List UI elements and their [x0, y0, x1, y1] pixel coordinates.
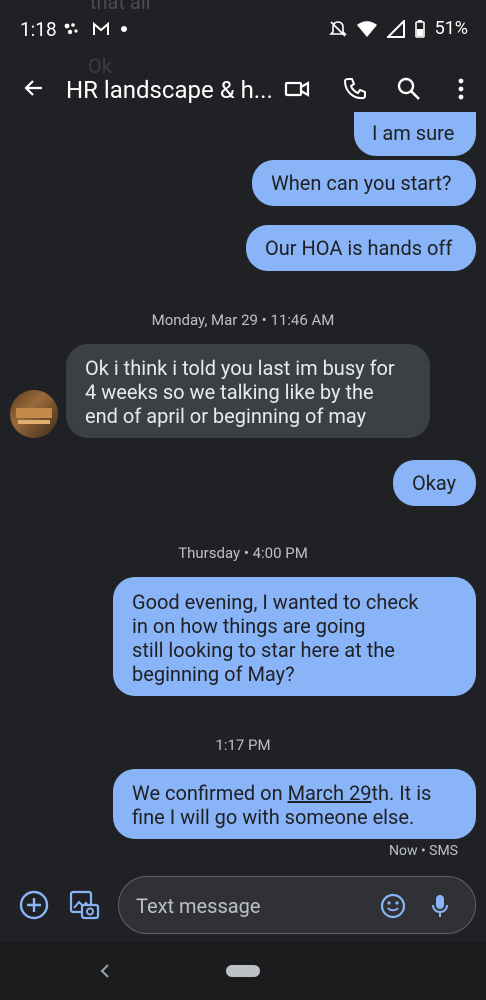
- video-call-icon[interactable]: [284, 76, 310, 102]
- dnd-bell-icon: [328, 20, 347, 37]
- nav-back-icon[interactable]: [98, 962, 112, 980]
- date-link[interactable]: March 29: [288, 781, 372, 805]
- compose-bar: Text message: [0, 872, 486, 942]
- outgoing-message[interactable]: When can you start?: [252, 160, 476, 206]
- search-icon[interactable]: [396, 76, 422, 102]
- system-icons: 51%: [328, 18, 468, 39]
- timestamp: Thursday • 4:00 PM: [178, 544, 308, 562]
- dot-icon: [120, 25, 127, 32]
- text-message-input[interactable]: Text message: [118, 876, 476, 934]
- message-status: Now • SMS: [388, 843, 458, 859]
- outgoing-message[interactable]: We confirmed on March 29th. It is fine I…: [113, 769, 476, 839]
- conversation-title[interactable]: HR landscape & h...: [66, 76, 273, 104]
- battery-icon: [414, 19, 425, 38]
- avatar[interactable]: [10, 390, 58, 438]
- phone-icon[interactable]: [342, 76, 368, 102]
- status-time: 1:18: [20, 18, 57, 41]
- outgoing-message[interactable]: Our HOA is hands off: [246, 225, 476, 271]
- add-icon[interactable]: [19, 890, 49, 920]
- timestamp: 1:17 PM: [215, 736, 271, 754]
- gallery-icon[interactable]: [68, 889, 100, 921]
- timestamp: Monday, Mar 29 • 11:46 AM: [151, 311, 335, 329]
- battery-percent: 51%: [434, 18, 468, 39]
- signal-icon: [386, 19, 405, 38]
- system-navigation-bar: [0, 942, 486, 1000]
- emoji-icon[interactable]: [380, 893, 406, 919]
- assistant-icon: [64, 22, 78, 34]
- outgoing-message[interactable]: I am sure: [354, 112, 476, 156]
- outgoing-message[interactable]: Okay: [393, 460, 476, 506]
- ghost-previous-message: that all: [90, 0, 151, 14]
- gmail-icon: [92, 21, 109, 35]
- ghost-previous-message-2: Ok: [88, 54, 112, 78]
- incoming-message[interactable]: Ok i think i told you last im busy for 4…: [66, 344, 430, 438]
- home-pill[interactable]: [226, 965, 260, 977]
- outgoing-message[interactable]: Good evening, I wanted to check in on ho…: [113, 577, 476, 696]
- back-arrow-icon[interactable]: [22, 76, 46, 100]
- notification-icons: [64, 18, 128, 37]
- mic-icon[interactable]: [430, 893, 450, 919]
- more-vert-icon[interactable]: [448, 76, 474, 102]
- wifi-icon: [356, 20, 377, 37]
- status-bar: that all 1:18 51%: [0, 0, 486, 60]
- text-message-placeholder: Text message: [136, 894, 261, 918]
